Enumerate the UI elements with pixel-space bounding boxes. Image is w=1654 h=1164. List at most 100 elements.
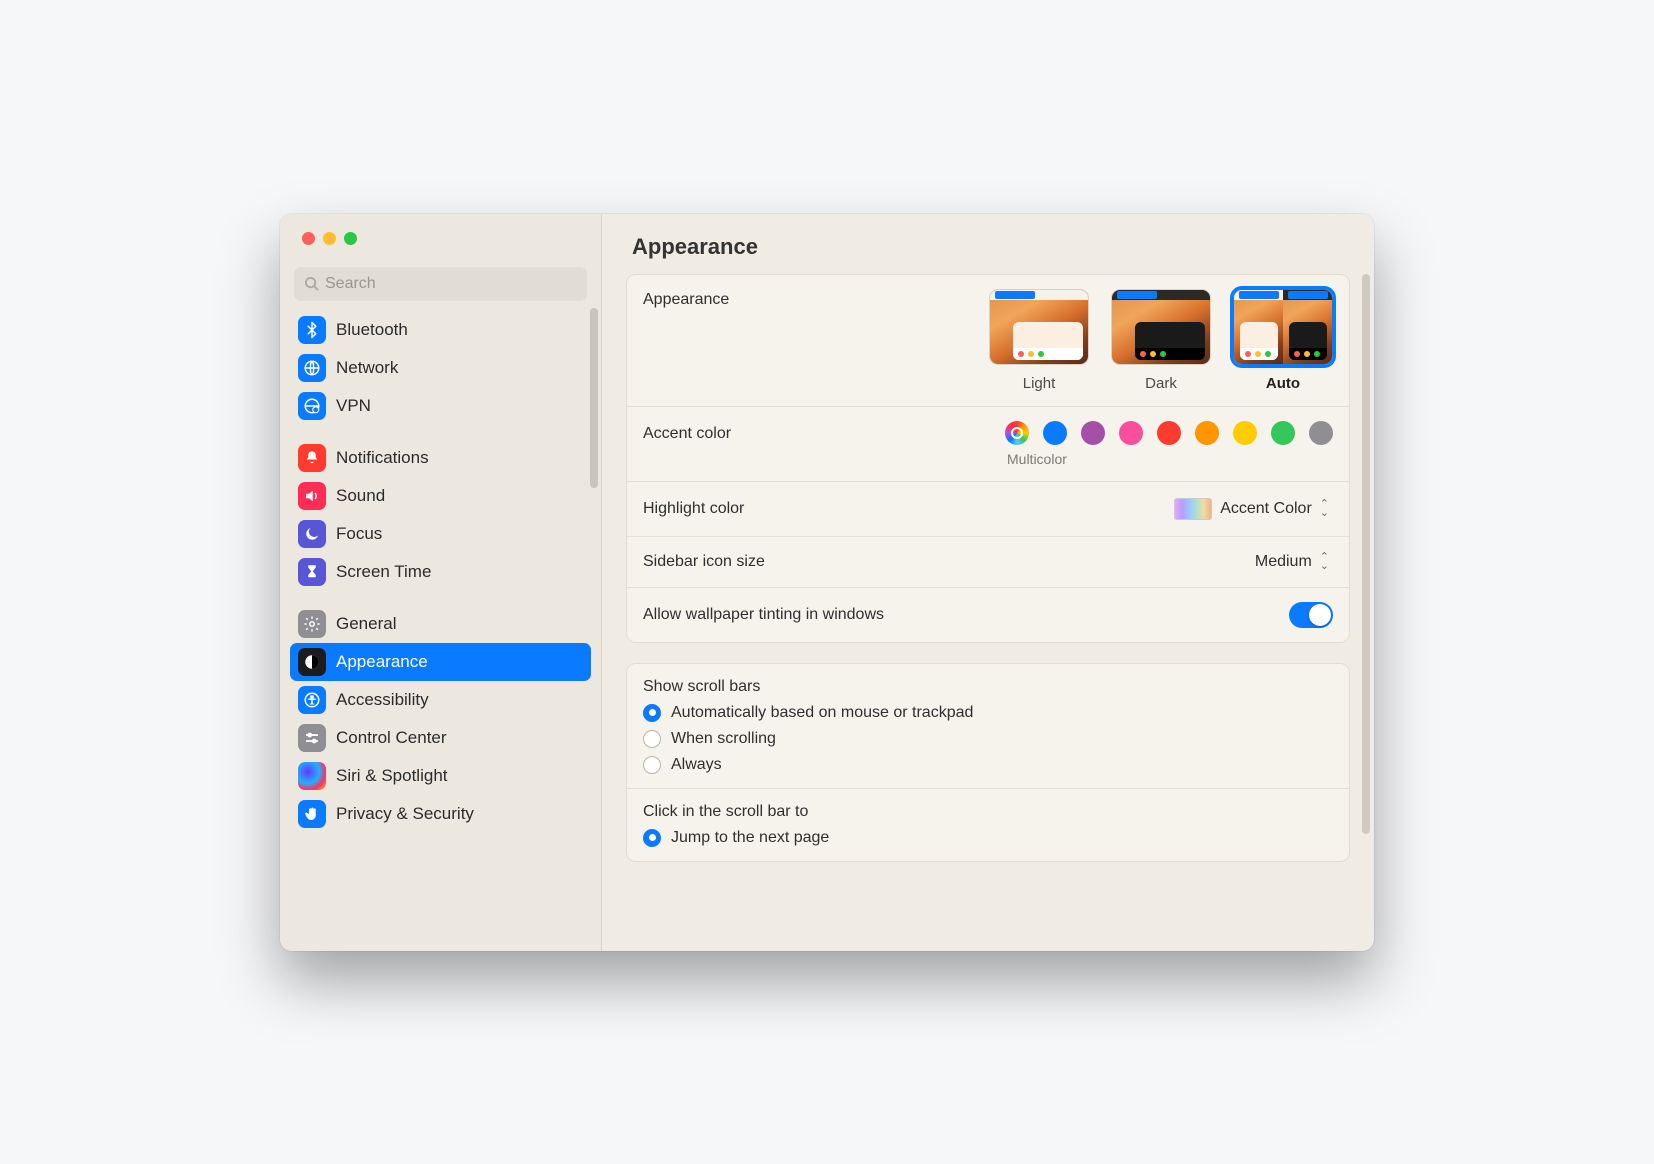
scrollbars-card: Show scroll bars Automatically based on … (626, 663, 1350, 862)
scrollbars-option-when-scrolling[interactable]: When scrolling (643, 730, 973, 748)
highlight-color-label: Highlight color (643, 500, 1154, 518)
sidebar-item-label: Siri & Spotlight (336, 766, 448, 786)
accent-color-green[interactable] (1271, 421, 1295, 445)
sidebar-item-focus[interactable]: Focus (290, 515, 591, 553)
appearance-card: Appearance Light (626, 274, 1350, 643)
appearance-mode-label: Appearance (643, 289, 973, 309)
sidebar-item-label: Sound (336, 486, 385, 506)
siri-icon (298, 762, 326, 790)
sidebar-item-label: Accessibility (336, 690, 429, 710)
sidebar-item-label: Control Center (336, 728, 447, 748)
wallpaper-tinting-label: Allow wallpaper tinting in windows (643, 606, 1273, 624)
accent-color-purple[interactable] (1081, 421, 1105, 445)
scrollbars-option-always[interactable]: Always (643, 756, 973, 774)
accent-color-blue[interactable] (1043, 421, 1067, 445)
accent-color-options (1005, 421, 1333, 445)
accent-color-yellow[interactable] (1233, 421, 1257, 445)
sidebar-item-appearance[interactable]: Appearance (290, 643, 591, 681)
accent-color-orange[interactable] (1195, 421, 1219, 445)
sidebar-item-accessibility[interactable]: Accessibility (290, 681, 591, 719)
sidebar-item-label: Screen Time (336, 562, 431, 582)
sidebar-item-sound[interactable]: Sound (290, 477, 591, 515)
sliders-icon (298, 724, 326, 752)
zoom-window-button[interactable] (344, 232, 357, 245)
minimize-window-button[interactable] (323, 232, 336, 245)
sidebar-item-screen-time[interactable]: Screen Time (290, 553, 591, 591)
sidebar-item-label: VPN (336, 396, 371, 416)
appearance-option-light[interactable] (989, 289, 1089, 365)
sidebar-item-siri-spotlight[interactable]: Siri & Spotlight (290, 757, 591, 795)
sidebar-item-control-center[interactable]: Control Center (290, 719, 591, 757)
sidebar-item-label: Bluetooth (336, 320, 408, 340)
appearance-option-auto-label: Auto (1266, 375, 1300, 392)
search-field[interactable] (294, 267, 587, 301)
page-title: Appearance (602, 214, 1374, 274)
sidebar-item-general[interactable]: General (290, 605, 591, 643)
accent-color-red[interactable] (1157, 421, 1181, 445)
radio-label: Always (671, 756, 722, 774)
sidebar-item-label: Network (336, 358, 398, 378)
sidebar-nav: Bluetooth Network VPN Notifications (280, 311, 601, 951)
appearance-option-dark[interactable] (1111, 289, 1211, 365)
moon-icon (298, 520, 326, 548)
sidebar-item-label: Privacy & Security (336, 804, 474, 824)
close-window-button[interactable] (302, 232, 315, 245)
sidebar-icon-size-value: Medium (1255, 553, 1312, 571)
highlight-color-row: Highlight color Accent Color ⌃⌄ (627, 482, 1349, 537)
radio-icon (643, 756, 661, 774)
main-panel: Appearance Appearance Light (602, 214, 1374, 951)
click-scrollbar-option-next-page[interactable]: Jump to the next page (643, 829, 829, 847)
highlight-color-swatch (1174, 498, 1212, 520)
hourglass-icon (298, 558, 326, 586)
click-scrollbar-label: Click in the scroll bar to (627, 789, 1349, 823)
search-input[interactable] (325, 275, 577, 293)
gear-icon (298, 610, 326, 638)
window-controls (280, 214, 601, 245)
accent-color-pink[interactable] (1119, 421, 1143, 445)
wallpaper-tinting-toggle[interactable] (1289, 602, 1333, 628)
speaker-icon (298, 482, 326, 510)
highlight-color-select[interactable]: Accent Color ⌃⌄ (1170, 496, 1333, 522)
sidebar-item-label: Focus (336, 524, 382, 544)
sidebar-item-label: Notifications (336, 448, 429, 468)
radio-icon (643, 829, 661, 847)
sidebar-item-notifications[interactable]: Notifications (290, 439, 591, 477)
main-scrollbar[interactable] (1362, 274, 1370, 834)
accent-color-multicolor[interactable] (1005, 421, 1029, 445)
sidebar-item-privacy-security[interactable]: Privacy & Security (290, 795, 591, 833)
radio-label: When scrolling (671, 730, 776, 748)
bell-icon (298, 444, 326, 472)
appearance-icon (298, 648, 326, 676)
sidebar-icon-size-select[interactable]: Medium ⌃⌄ (1251, 551, 1333, 573)
appearance-option-auto[interactable] (1233, 289, 1333, 365)
highlight-color-value: Accent Color (1220, 500, 1312, 518)
appearance-option-dark-label: Dark (1145, 375, 1177, 392)
wallpaper-tinting-row: Allow wallpaper tinting in windows (627, 588, 1349, 642)
sidebar: Bluetooth Network VPN Notifications (280, 214, 602, 951)
system-settings-window: Bluetooth Network VPN Notifications (280, 214, 1374, 951)
sidebar-icon-size-label: Sidebar icon size (643, 553, 1235, 571)
chevron-updown-icon: ⌃⌄ (1320, 553, 1329, 571)
accessibility-icon (298, 686, 326, 714)
accent-color-caption: Multicolor (1007, 451, 1067, 467)
appearance-mode-row: Appearance Light (627, 275, 1349, 407)
radio-icon (643, 704, 661, 722)
scrollbars-option-auto[interactable]: Automatically based on mouse or trackpad (643, 704, 973, 722)
accent-color-label: Accent color (643, 421, 989, 443)
vpn-icon (298, 392, 326, 420)
radio-label: Jump to the next page (671, 829, 829, 847)
radio-icon (643, 730, 661, 748)
show-scrollbars-label: Show scroll bars (627, 664, 1349, 698)
sidebar-icon-size-row: Sidebar icon size Medium ⌃⌄ (627, 537, 1349, 588)
sidebar-scrollbar[interactable] (590, 308, 598, 488)
hand-icon (298, 800, 326, 828)
sidebar-item-network[interactable]: Network (290, 349, 591, 387)
globe-icon (298, 354, 326, 382)
chevron-updown-icon: ⌃⌄ (1320, 500, 1329, 518)
accent-color-graphite[interactable] (1309, 421, 1333, 445)
radio-label: Automatically based on mouse or trackpad (671, 704, 973, 722)
sidebar-item-vpn[interactable]: VPN (290, 387, 591, 425)
sidebar-item-bluetooth[interactable]: Bluetooth (290, 311, 591, 349)
bluetooth-icon (298, 316, 326, 344)
appearance-option-light-label: Light (1023, 375, 1056, 392)
